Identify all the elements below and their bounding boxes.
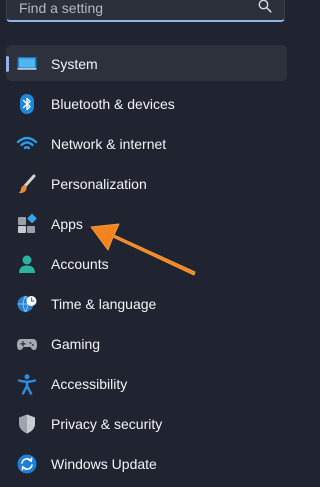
- nav-item-label: Bluetooth & devices: [51, 96, 175, 112]
- search-input[interactable]: [19, 0, 249, 17]
- nav-item-label: Windows Update: [51, 456, 157, 472]
- wifi-icon: [16, 133, 38, 155]
- nav-item-label: Accessibility: [51, 376, 128, 392]
- nav-item-label: Accounts: [51, 256, 109, 272]
- nav-item-accessibility[interactable]: Accessibility: [6, 365, 287, 401]
- nav-item-bluetooth[interactable]: Bluetooth & devices: [6, 85, 287, 121]
- nav-item-label: System: [51, 56, 98, 72]
- nav-item-accounts[interactable]: Accounts: [6, 245, 287, 281]
- nav-item-label: Time & language: [51, 296, 157, 312]
- nav-item-network[interactable]: Network & internet: [6, 125, 287, 161]
- apps-icon: [16, 213, 38, 235]
- nav-item-label: Privacy & security: [51, 416, 163, 432]
- paintbrush-icon: [16, 173, 38, 195]
- nav-item-label: Gaming: [51, 336, 101, 352]
- nav-item-time-language[interactable]: Time & language: [6, 285, 287, 321]
- monitor-icon: [16, 53, 38, 75]
- nav-item-label: Apps: [51, 216, 83, 232]
- nav-item-privacy-security[interactable]: Privacy & security: [6, 405, 287, 441]
- nav-item-label: Network & internet: [51, 136, 167, 152]
- accessibility-icon: [16, 373, 38, 395]
- nav-item-gaming[interactable]: Gaming: [6, 325, 287, 361]
- bluetooth-icon: [16, 93, 38, 115]
- gamepad-icon: [16, 333, 38, 355]
- search-icon[interactable]: [258, 0, 272, 13]
- update-icon: [16, 453, 38, 475]
- nav-item-system[interactable]: System: [6, 45, 287, 81]
- nav-item-windows-update[interactable]: Windows Update: [6, 445, 287, 481]
- shield-icon: [16, 413, 38, 435]
- nav-item-personalization[interactable]: Personalization: [6, 165, 287, 201]
- settings-nav: System Bluetooth & devices Network & int…: [6, 45, 287, 485]
- nav-item-label: Personalization: [51, 176, 147, 192]
- search-box[interactable]: [6, 0, 285, 22]
- globe-clock-icon: [16, 293, 38, 315]
- person-icon: [16, 253, 38, 275]
- nav-item-apps[interactable]: Apps: [6, 205, 287, 241]
